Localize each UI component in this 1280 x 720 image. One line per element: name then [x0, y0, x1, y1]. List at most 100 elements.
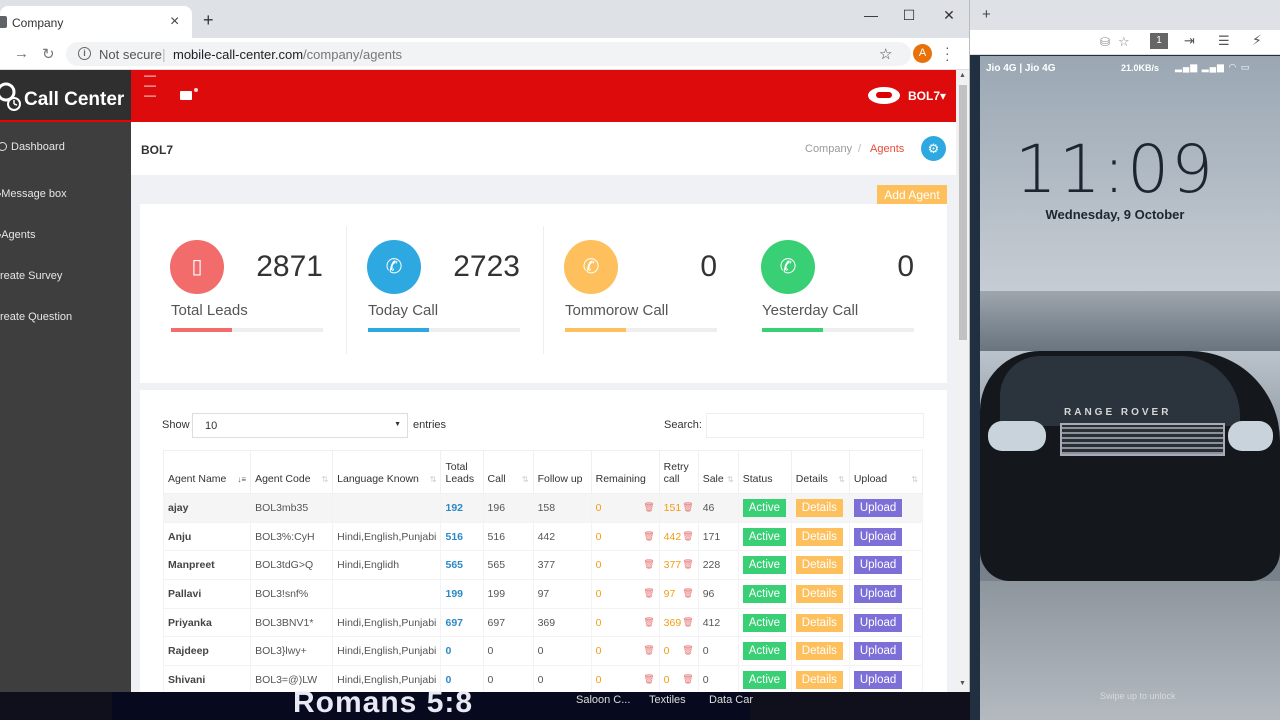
column-header-agent-name[interactable]: Agent Name ↓≡: [162, 450, 252, 494]
trash-icon[interactable]: 🗑: [643, 588, 654, 599]
column-header-agent-code[interactable]: Agent Code ⇅: [250, 450, 334, 494]
sidebar-item-create-survey[interactable]: reate Survey: [0, 270, 62, 282]
column-header-details[interactable]: Details ⇅: [790, 450, 850, 494]
trash-icon[interactable]: 🗑: [643, 674, 654, 685]
upload-button[interactable]: Upload: [853, 584, 903, 603]
scroll-thumb[interactable]: [959, 85, 967, 340]
page-size-select[interactable]: 10 ▼: [192, 413, 408, 438]
user-menu[interactable]: BOL7▾: [908, 89, 946, 103]
sidebar-item-agents[interactable]: ▪Agents: [0, 229, 35, 241]
new-tab-button[interactable]: +: [203, 11, 214, 29]
sidebar-item-create-question[interactable]: reate Question: [0, 311, 72, 323]
minimize-button[interactable]: —: [851, 4, 891, 26]
star-icon[interactable]: ☆: [1118, 34, 1130, 50]
tab-close-icon[interactable]: ×: [170, 13, 179, 31]
upload-button[interactable]: Upload: [853, 642, 903, 661]
column-header-remaining[interactable]: Remaining: [590, 450, 660, 494]
total-leads-link[interactable]: 516: [440, 521, 484, 552]
breadcrumb-company[interactable]: Company: [805, 143, 852, 155]
profile-avatar[interactable]: A: [913, 44, 932, 63]
trash-icon[interactable]: 🗑: [682, 674, 693, 685]
total-leads-link[interactable]: 697: [440, 607, 484, 638]
status-active-button[interactable]: Active: [742, 642, 787, 661]
column-header-language[interactable]: Language Known ⇅: [332, 450, 442, 494]
scroll-down-icon[interactable]: ▼: [959, 680, 966, 687]
column-header-upload[interactable]: Upload ⇅: [848, 450, 924, 494]
close-window-button[interactable]: ✕: [929, 4, 969, 26]
upload-button[interactable]: Upload: [853, 527, 903, 546]
trash-icon[interactable]: 🗑: [643, 617, 654, 628]
status-active-button[interactable]: Active: [742, 670, 787, 689]
page-scrollbar[interactable]: ▲ ▼: [956, 70, 969, 692]
tab-company[interactable]: Company ×: [0, 6, 192, 38]
trash-icon[interactable]: 🗑: [682, 559, 693, 570]
sidebar-item-dashboard[interactable]: Dashboard: [0, 141, 65, 153]
total-leads-link[interactable]: 192: [440, 493, 484, 523]
search-input[interactable]: [706, 413, 924, 438]
trash-icon[interactable]: 🗑: [643, 645, 654, 656]
browser-menu-icon[interactable]: · · ·: [945, 40, 950, 66]
column-header-status[interactable]: Status: [737, 450, 792, 494]
status-active-button[interactable]: Active: [742, 556, 787, 575]
db-icon[interactable]: ⛁: [1100, 35, 1110, 49]
upload-button[interactable]: Upload: [853, 613, 903, 632]
brand[interactable]: Call Center: [0, 70, 131, 122]
trash-icon[interactable]: 🗑: [643, 531, 654, 542]
trash-icon[interactable]: 🗑: [682, 502, 693, 513]
details-button[interactable]: Details: [795, 670, 843, 689]
status-active-button[interactable]: Active: [742, 498, 787, 517]
trash-icon[interactable]: 🗑: [682, 531, 693, 542]
sidebar-item-message-box[interactable]: ▪Message box: [0, 188, 67, 200]
forward-icon[interactable]: →: [14, 45, 29, 62]
share-icon[interactable]: ⇥: [1184, 33, 1195, 49]
trash-icon[interactable]: 🗑: [682, 617, 693, 628]
taskbar-item-data-card[interactable]: Data Car: [709, 694, 753, 706]
trash-icon[interactable]: 🗑: [682, 588, 693, 599]
trash-icon[interactable]: 🗑: [643, 559, 654, 570]
column-header-total-leads[interactable]: Total Leads: [440, 450, 484, 494]
details-button[interactable]: Details: [795, 527, 843, 546]
remaining-count: 0: [595, 587, 602, 600]
stat-label: Total Leads: [171, 302, 248, 319]
menu-toggle-icon[interactable]: — — —: [144, 70, 156, 101]
details-button[interactable]: Details: [795, 642, 843, 661]
trash-icon[interactable]: 🗑: [682, 645, 693, 656]
upload-button[interactable]: Upload: [853, 498, 903, 517]
details-button[interactable]: Details: [795, 498, 843, 517]
details-button[interactable]: Details: [795, 556, 843, 575]
column-header-retry-call[interactable]: Retry call: [658, 450, 699, 494]
taskbar-item-textiles[interactable]: Textiles: [649, 694, 686, 706]
flash-icon[interactable]: ⚡: [1252, 32, 1262, 49]
info-icon[interactable]: i: [78, 47, 91, 60]
user-logo[interactable]: [868, 87, 900, 104]
trash-icon[interactable]: 🗑: [643, 502, 654, 513]
total-leads-link[interactable]: 0: [440, 636, 484, 667]
url-box[interactable]: i Not secure | mobile-call-center.com/co…: [66, 42, 911, 66]
status-cell: Active: [737, 579, 792, 609]
column-header-sale[interactable]: Sale ⇅: [697, 450, 739, 494]
maximize-button[interactable]: ☐: [889, 4, 929, 26]
bookmark-star-icon[interactable]: ☆: [879, 45, 892, 63]
window-number-icon[interactable]: 1: [1150, 33, 1168, 49]
chat-icon[interactable]: ☰: [1218, 33, 1230, 49]
total-leads-link[interactable]: 199: [440, 579, 484, 609]
upload-button[interactable]: Upload: [853, 556, 903, 575]
scroll-up-icon[interactable]: ▲: [959, 72, 966, 79]
new-tab-icon[interactable]: +: [982, 6, 991, 23]
url-text[interactable]: mobile-call-center.com/company/agents: [173, 47, 402, 62]
add-agent-button[interactable]: Add Agent: [877, 185, 947, 205]
status-active-button[interactable]: Active: [742, 584, 787, 603]
total-leads-link[interactable]: 565: [440, 550, 484, 581]
upload-button[interactable]: Upload: [853, 670, 903, 689]
details-button[interactable]: Details: [795, 584, 843, 603]
column-header-follow-up[interactable]: Follow up: [532, 450, 592, 494]
mail-icon[interactable]: [180, 91, 192, 100]
column-header-call[interactable]: Call ⇅: [482, 450, 534, 494]
settings-gear-icon[interactable]: ⚙: [921, 136, 946, 161]
taskbar-item-saloon[interactable]: Saloon C...: [576, 694, 630, 706]
reload-icon[interactable]: ↻: [42, 45, 55, 63]
status-active-button[interactable]: Active: [742, 527, 787, 546]
phone-lockscreen[interactable]: RANGE ROVER Jio 4G | Jio 4G 21.0KB/s ▂▄▆…: [980, 56, 1280, 720]
status-active-button[interactable]: Active: [742, 613, 787, 632]
details-button[interactable]: Details: [795, 613, 843, 632]
